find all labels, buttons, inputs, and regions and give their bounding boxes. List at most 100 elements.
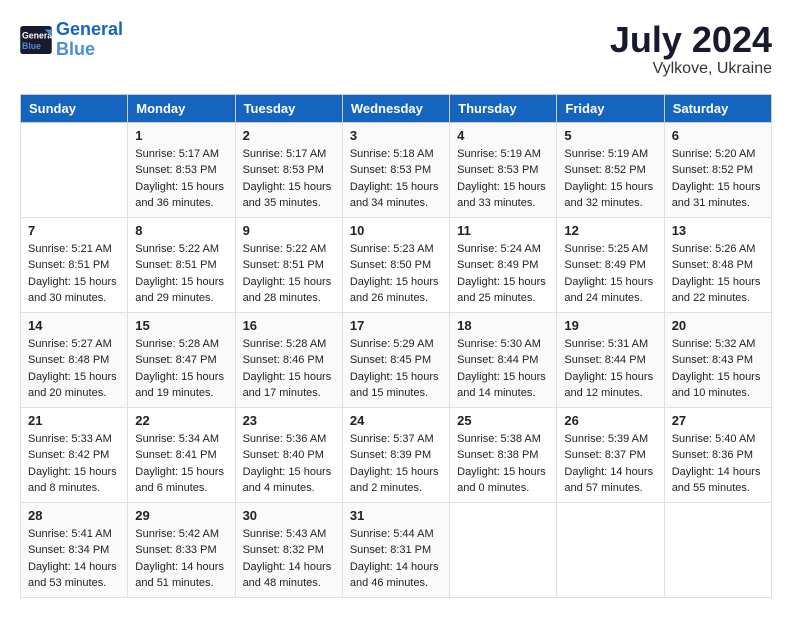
day-info: Sunrise: 5:37 AMSunset: 8:39 PMDaylight:…	[350, 431, 442, 497]
calendar-cell	[450, 502, 557, 597]
calendar-cell: 31 Sunrise: 5:44 AMSunset: 8:31 PMDayligh…	[342, 502, 449, 597]
day-info: Sunrise: 5:39 AMSunset: 8:37 PMDaylight:…	[564, 431, 656, 497]
day-number: 21	[28, 413, 120, 428]
day-info: Sunrise: 5:19 AMSunset: 8:53 PMDaylight:…	[457, 146, 549, 212]
calendar-cell: 7Sunrise: 5:21 AMSunset: 8:51 PMDaylight…	[21, 217, 128, 312]
weekday-header: Thursday	[450, 94, 557, 122]
day-info: Sunrise: 5:44 AMSunset: 8:31 PMDaylight:…	[350, 526, 442, 592]
calendar-cell: 30 Sunrise: 5:43 AMSunset: 8:32 PMDayligh…	[235, 502, 342, 597]
calendar-cell: 4Sunrise: 5:19 AMSunset: 8:53 PMDaylight…	[450, 122, 557, 217]
day-info: Sunrise: 5:42 AMSunset: 8:33 PMDaylight:…	[135, 526, 227, 592]
day-number: 29	[135, 508, 227, 523]
day-number: 24	[350, 413, 442, 428]
day-number: 23	[243, 413, 335, 428]
calendar-cell: 22 Sunrise: 5:34 AMSunset: 8:41 PMDayligh…	[128, 407, 235, 502]
day-number: 13	[672, 223, 764, 238]
weekday-header: Wednesday	[342, 94, 449, 122]
day-info: Sunrise: 5:31 AMSunset: 8:44 PMDaylight:…	[564, 336, 656, 402]
day-number: 1	[135, 128, 227, 143]
day-number: 30	[243, 508, 335, 523]
day-number: 10	[350, 223, 442, 238]
calendar-cell: 21 Sunrise: 5:33 AMSunset: 8:42 PMDayligh…	[21, 407, 128, 502]
calendar-cell: 14 Sunrise: 5:27 AMSunset: 8:48 PMDayligh…	[21, 312, 128, 407]
calendar-cell: 10 Sunrise: 5:23 AMSunset: 8:50 PMDayligh…	[342, 217, 449, 312]
day-number: 31	[350, 508, 442, 523]
calendar-cell: 27 Sunrise: 5:40 AMSunset: 8:36 PMDayligh…	[664, 407, 771, 502]
calendar-cell: 15 Sunrise: 5:28 AMSunset: 8:47 PMDayligh…	[128, 312, 235, 407]
day-number: 15	[135, 318, 227, 333]
calendar-cell: 19 Sunrise: 5:31 AMSunset: 8:44 PMDayligh…	[557, 312, 664, 407]
day-info: Sunrise: 5:43 AMSunset: 8:32 PMDaylight:…	[243, 526, 335, 592]
day-number: 6	[672, 128, 764, 143]
day-info: Sunrise: 5:38 AMSunset: 8:38 PMDaylight:…	[457, 431, 549, 497]
calendar-cell: 2Sunrise: 5:17 AMSunset: 8:53 PMDaylight…	[235, 122, 342, 217]
day-info: Sunrise: 5:22 AMSunset: 8:51 PMDaylight:…	[243, 241, 335, 307]
day-number: 11	[457, 223, 549, 238]
calendar-week-row: 28 Sunrise: 5:41 AMSunset: 8:34 PMDayligh…	[21, 502, 772, 597]
calendar-cell: 17 Sunrise: 5:29 AMSunset: 8:45 PMDayligh…	[342, 312, 449, 407]
calendar-cell: 9 Sunrise: 5:22 AMSunset: 8:51 PMDaylight…	[235, 217, 342, 312]
day-info: Sunrise: 5:27 AMSunset: 8:48 PMDaylight:…	[28, 336, 120, 402]
calendar-cell: 11 Sunrise: 5:24 AMSunset: 8:49 PMDayligh…	[450, 217, 557, 312]
calendar-week-row: 7Sunrise: 5:21 AMSunset: 8:51 PMDaylight…	[21, 217, 772, 312]
weekday-header: Saturday	[664, 94, 771, 122]
day-number: 9	[243, 223, 335, 238]
logo-icon: General Blue	[20, 26, 52, 54]
svg-text:Blue: Blue	[22, 41, 41, 51]
calendar-cell: 13 Sunrise: 5:26 AMSunset: 8:48 PMDayligh…	[664, 217, 771, 312]
calendar-cell: 1 Sunrise: 5:17 AMSunset: 8:53 PMDaylight…	[128, 122, 235, 217]
title-block: July 2024 Vylkove, Ukraine	[610, 20, 772, 78]
day-number: 5	[564, 128, 656, 143]
weekday-header: Friday	[557, 94, 664, 122]
logo-text: GeneralBlue	[56, 20, 123, 60]
month-title: July 2024	[610, 20, 772, 60]
calendar-cell	[21, 122, 128, 217]
day-info: Sunrise: 5:32 AMSunset: 8:43 PMDaylight:…	[672, 336, 764, 402]
calendar-cell: 20 Sunrise: 5:32 AMSunset: 8:43 PMDayligh…	[664, 312, 771, 407]
day-info: Sunrise: 5:36 AMSunset: 8:40 PMDaylight:…	[243, 431, 335, 497]
day-info: Sunrise: 5:29 AMSunset: 8:45 PMDaylight:…	[350, 336, 442, 402]
header-row: SundayMondayTuesdayWednesdayThursdayFrid…	[21, 94, 772, 122]
calendar-cell: 6Sunrise: 5:20 AMSunset: 8:52 PMDaylight…	[664, 122, 771, 217]
day-number: 14	[28, 318, 120, 333]
day-info: Sunrise: 5:33 AMSunset: 8:42 PMDaylight:…	[28, 431, 120, 497]
day-number: 3	[350, 128, 442, 143]
day-info: Sunrise: 5:28 AMSunset: 8:47 PMDaylight:…	[135, 336, 227, 402]
day-info: Sunrise: 5:28 AMSunset: 8:46 PMDaylight:…	[243, 336, 335, 402]
day-number: 19	[564, 318, 656, 333]
calendar-week-row: 21 Sunrise: 5:33 AMSunset: 8:42 PMDayligh…	[21, 407, 772, 502]
day-number: 27	[672, 413, 764, 428]
calendar-cell: 28 Sunrise: 5:41 AMSunset: 8:34 PMDayligh…	[21, 502, 128, 597]
day-info: Sunrise: 5:24 AMSunset: 8:49 PMDaylight:…	[457, 241, 549, 307]
day-info: Sunrise: 5:17 AMSunset: 8:53 PMDaylight:…	[135, 146, 227, 212]
day-number: 18	[457, 318, 549, 333]
calendar-cell: 16Sunrise: 5:28 AMSunset: 8:46 PMDayligh…	[235, 312, 342, 407]
calendar-table: SundayMondayTuesdayWednesdayThursdayFrid…	[20, 94, 772, 598]
calendar-cell: 25 Sunrise: 5:38 AMSunset: 8:38 PMDayligh…	[450, 407, 557, 502]
day-number: 20	[672, 318, 764, 333]
day-number: 17	[350, 318, 442, 333]
calendar-week-row: 1 Sunrise: 5:17 AMSunset: 8:53 PMDaylight…	[21, 122, 772, 217]
day-info: Sunrise: 5:22 AMSunset: 8:51 PMDaylight:…	[135, 241, 227, 307]
calendar-week-row: 14 Sunrise: 5:27 AMSunset: 8:48 PMDayligh…	[21, 312, 772, 407]
day-info: Sunrise: 5:19 AMSunset: 8:52 PMDaylight:…	[564, 146, 656, 212]
day-number: 26	[564, 413, 656, 428]
day-number: 25	[457, 413, 549, 428]
calendar-cell: 18Sunrise: 5:30 AMSunset: 8:44 PMDayligh…	[450, 312, 557, 407]
day-info: Sunrise: 5:18 AMSunset: 8:53 PMDaylight:…	[350, 146, 442, 212]
calendar-cell: 3 Sunrise: 5:18 AMSunset: 8:53 PMDaylight…	[342, 122, 449, 217]
day-info: Sunrise: 5:34 AMSunset: 8:41 PMDaylight:…	[135, 431, 227, 497]
day-info: Sunrise: 5:40 AMSunset: 8:36 PMDaylight:…	[672, 431, 764, 497]
calendar-cell	[557, 502, 664, 597]
day-info: Sunrise: 5:26 AMSunset: 8:48 PMDaylight:…	[672, 241, 764, 307]
day-number: 22	[135, 413, 227, 428]
day-number: 8	[135, 223, 227, 238]
day-info: Sunrise: 5:23 AMSunset: 8:50 PMDaylight:…	[350, 241, 442, 307]
day-info: Sunrise: 5:41 AMSunset: 8:34 PMDaylight:…	[28, 526, 120, 592]
calendar-cell: 26 Sunrise: 5:39 AMSunset: 8:37 PMDayligh…	[557, 407, 664, 502]
day-info: Sunrise: 5:21 AMSunset: 8:51 PMDaylight:…	[28, 241, 120, 307]
day-number: 28	[28, 508, 120, 523]
calendar-cell: 29 Sunrise: 5:42 AMSunset: 8:33 PMDayligh…	[128, 502, 235, 597]
calendar-cell	[664, 502, 771, 597]
location: Vylkove, Ukraine	[610, 60, 772, 78]
